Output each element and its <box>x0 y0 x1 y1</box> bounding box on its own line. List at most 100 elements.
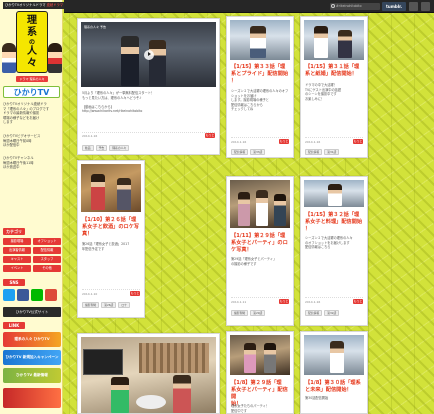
actor-figure <box>111 377 129 413</box>
twitter-icon[interactable] <box>3 289 15 301</box>
post-image[interactable] <box>81 337 216 413</box>
post-tag[interactable]: 第31話 <box>324 149 340 155</box>
post-tag[interactable]: 第29話 <box>250 310 266 316</box>
category-item[interactable]: キャスト <box>3 256 31 263</box>
post-image[interactable] <box>230 20 290 60</box>
post-video[interactable]: 理系の人々 予告 <box>81 22 216 87</box>
line-icon[interactable] <box>31 289 43 301</box>
post-tag[interactable]: ロケ <box>118 302 130 308</box>
actor-figure <box>330 341 344 373</box>
search-placeholder: #rikeinohitobito <box>336 4 362 8</box>
actor-figure <box>264 343 276 373</box>
post-tag[interactable]: 予告 <box>95 145 108 151</box>
post-body: 第29話「理系女子とパーティ」 の撮影の様子です <box>231 257 277 266</box>
post-tag[interactable]: 撮影現場 <box>82 302 100 308</box>
post-tag[interactable]: 動画 <box>82 145 94 151</box>
post-card[interactable]: 【1/15】第３３話「理 系とプライド」配信開始 ！ シーズン２で大活躍の理系の… <box>226 16 294 158</box>
actor-figure <box>149 40 166 86</box>
follow-icon[interactable] <box>409 2 418 11</box>
post-tags: 配信情報 第33話 <box>231 149 266 155</box>
post-image[interactable] <box>81 164 141 212</box>
category-item[interactable]: オフショット <box>33 238 61 245</box>
tv-screen <box>83 349 123 375</box>
post-body: 理系女子たちのパーティ！ 配信中です <box>231 404 270 413</box>
post-card[interactable]: 【1/11】第２９話「理 系女子とパーティ」のロ ケ写真！ 第29話「理系女子と… <box>226 176 294 326</box>
post-card-large[interactable] <box>77 333 220 414</box>
post-tag[interactable]: 配信情報 <box>305 149 323 155</box>
post-more-button[interactable]: もっと <box>205 133 215 138</box>
site-logo[interactable]: 理 系 の 人 々 ドラマ 理系の人々 <box>2 11 62 83</box>
post-date: 2014.1.16 <box>231 140 247 144</box>
post-title[interactable]: 【1/10】第２６話「理 系女子と飲酒」のロケ写 真！ <box>82 217 140 238</box>
post-body: ドラマの中で大活躍！ TVにゲスト出演中の話題 のシーンを撮影中です お楽しみに… <box>305 83 342 101</box>
share-heading: SNS <box>3 279 25 286</box>
category-item[interactable]: スタッフ <box>33 256 61 263</box>
search-input[interactable]: #rikeinohitobito <box>330 3 380 10</box>
post-tag[interactable]: 配信情報 <box>305 310 323 316</box>
post-card[interactable]: 【1/10】第２６話「理 系女子と飲酒」のロケ写 真！ 第26話「理系女子と飲酒… <box>77 160 145 318</box>
dashboard-icon[interactable] <box>421 2 430 11</box>
post-card[interactable]: 【1/8】第２９話「理 系女子とパーティ」配信開 始！ 理系女子たちのパーティ！… <box>226 331 294 414</box>
post-tag[interactable]: 撮影現場 <box>231 310 249 316</box>
post-tags: 撮影現場 第26話 ロケ <box>82 302 130 308</box>
post-image[interactable] <box>230 335 290 375</box>
category-item[interactable]: イベント <box>3 265 31 272</box>
post-card[interactable]: 【1/15】第３１話「理 系と紙婚」配信開始！ ドラマの中で大活躍！ TVにゲス… <box>300 16 368 158</box>
post-more-button[interactable]: もっと <box>130 291 140 296</box>
post-tag[interactable]: 第26話 <box>101 302 117 308</box>
post-card-video[interactable]: 理系の人々 予告 5月より「理系の人々」が一挙無料配信スタート！ もっと見たい方… <box>77 18 220 155</box>
post-image[interactable] <box>304 180 364 207</box>
brand-logo[interactable]: ひかりTV <box>3 86 60 98</box>
post-tag[interactable]: 理系の人々 <box>109 145 130 151</box>
search-icon <box>331 4 335 8</box>
banner-campaign[interactable]: ひかりTV 新規加入キャンペーン <box>3 350 61 365</box>
play-icon[interactable] <box>143 49 154 60</box>
post-image[interactable] <box>230 180 290 228</box>
post-image[interactable] <box>304 20 364 60</box>
actor-figure <box>256 190 268 226</box>
post-date: 2014.1.10 <box>82 292 98 296</box>
table-dishes <box>136 395 166 409</box>
post-more-button[interactable]: もっと <box>279 139 289 144</box>
banner-bottom[interactable] <box>3 388 61 408</box>
tumblr-logo[interactable]: tumblr. <box>382 2 406 11</box>
post-title[interactable]: 【1/8】第３０話「理系 と未来」配信開始！ <box>305 380 363 394</box>
logo-character-right <box>48 43 62 73</box>
post-more-button[interactable]: もっと <box>279 299 289 304</box>
category-item[interactable]: 配信情報 <box>33 247 61 254</box>
actor-figure <box>250 26 266 58</box>
post-card[interactable]: 【1/15】第３２話「理 系女子と料理」配信開始 ！ シーズン２で大活躍の理系の… <box>300 176 368 326</box>
banner-news[interactable]: ひかりTV 最新情報 <box>3 368 61 383</box>
sidebar-video-info: ひかりTVビデオサービス 毎週木曜日午前0時 ほか配信中 <box>3 134 61 148</box>
category-list: 撮影現場 オフショット 出演者情報 配信情報 キャスト スタッフ イベント その… <box>3 238 61 272</box>
official-site-button[interactable]: ひかりTV公式サイト <box>3 307 61 317</box>
sidebar-topbar[interactable]: ひかりTVオリジナルドラマ 連続ドラマ <box>3 2 65 9</box>
post-more-button[interactable]: もっと <box>353 299 363 304</box>
category-item[interactable]: 撮影現場 <box>3 238 31 245</box>
post-body: 5月より「理系の人々」が一挙無料配信スタート！ もっと見たい方は、理系の人々へど… <box>82 91 155 114</box>
post-tag[interactable]: 配信情報 <box>231 149 249 155</box>
post-body: 第26話「理系女子と飲酒」2017 年配信予定です <box>82 242 130 251</box>
post-body: シーズン２で大活躍の理系の人々 のオフショットをお届けします 配信情報はこちら <box>305 236 353 250</box>
facebook-icon[interactable] <box>17 289 29 301</box>
category-item[interactable]: その他 <box>33 265 61 272</box>
actor-figure <box>173 375 191 413</box>
post-image[interactable] <box>304 335 364 375</box>
post-title[interactable]: 【1/15】第３３話「理 系とプライド」配信開始 ！ <box>231 64 289 85</box>
post-more-button[interactable]: もっと <box>353 139 363 144</box>
top-toolbar: #rikeinohitobito tumblr. <box>64 0 434 13</box>
banner-drama[interactable]: 理系の人々 ひかりTV <box>3 332 61 347</box>
social-links <box>3 289 57 301</box>
post-title[interactable]: 【1/15】第３１話「理 系と紙婚」配信開始！ <box>305 64 363 78</box>
logo-char-3: の <box>28 38 35 46</box>
google-plus-icon[interactable] <box>45 289 57 301</box>
post-body: 第30話配信開始 <box>305 396 329 400</box>
post-tag[interactable]: 第33話 <box>250 149 266 155</box>
sidebar-topbar-accent: 連続ドラマ <box>46 3 64 7</box>
logo-char-1: 理 <box>27 14 37 26</box>
category-item[interactable]: 出演者情報 <box>3 247 31 254</box>
post-card[interactable]: 【1/8】第３０話「理系 と未来」配信開始！ 第30話配信開始 <box>300 331 368 414</box>
post-title[interactable]: 【1/11】第２９話「理 系女子とパーティ」のロ ケ写真！ <box>231 233 289 254</box>
post-tag[interactable]: 第32話 <box>324 310 340 316</box>
post-title[interactable]: 【1/15】第３２話「理 系女子と料理」配信開始 ！ <box>305 212 363 233</box>
